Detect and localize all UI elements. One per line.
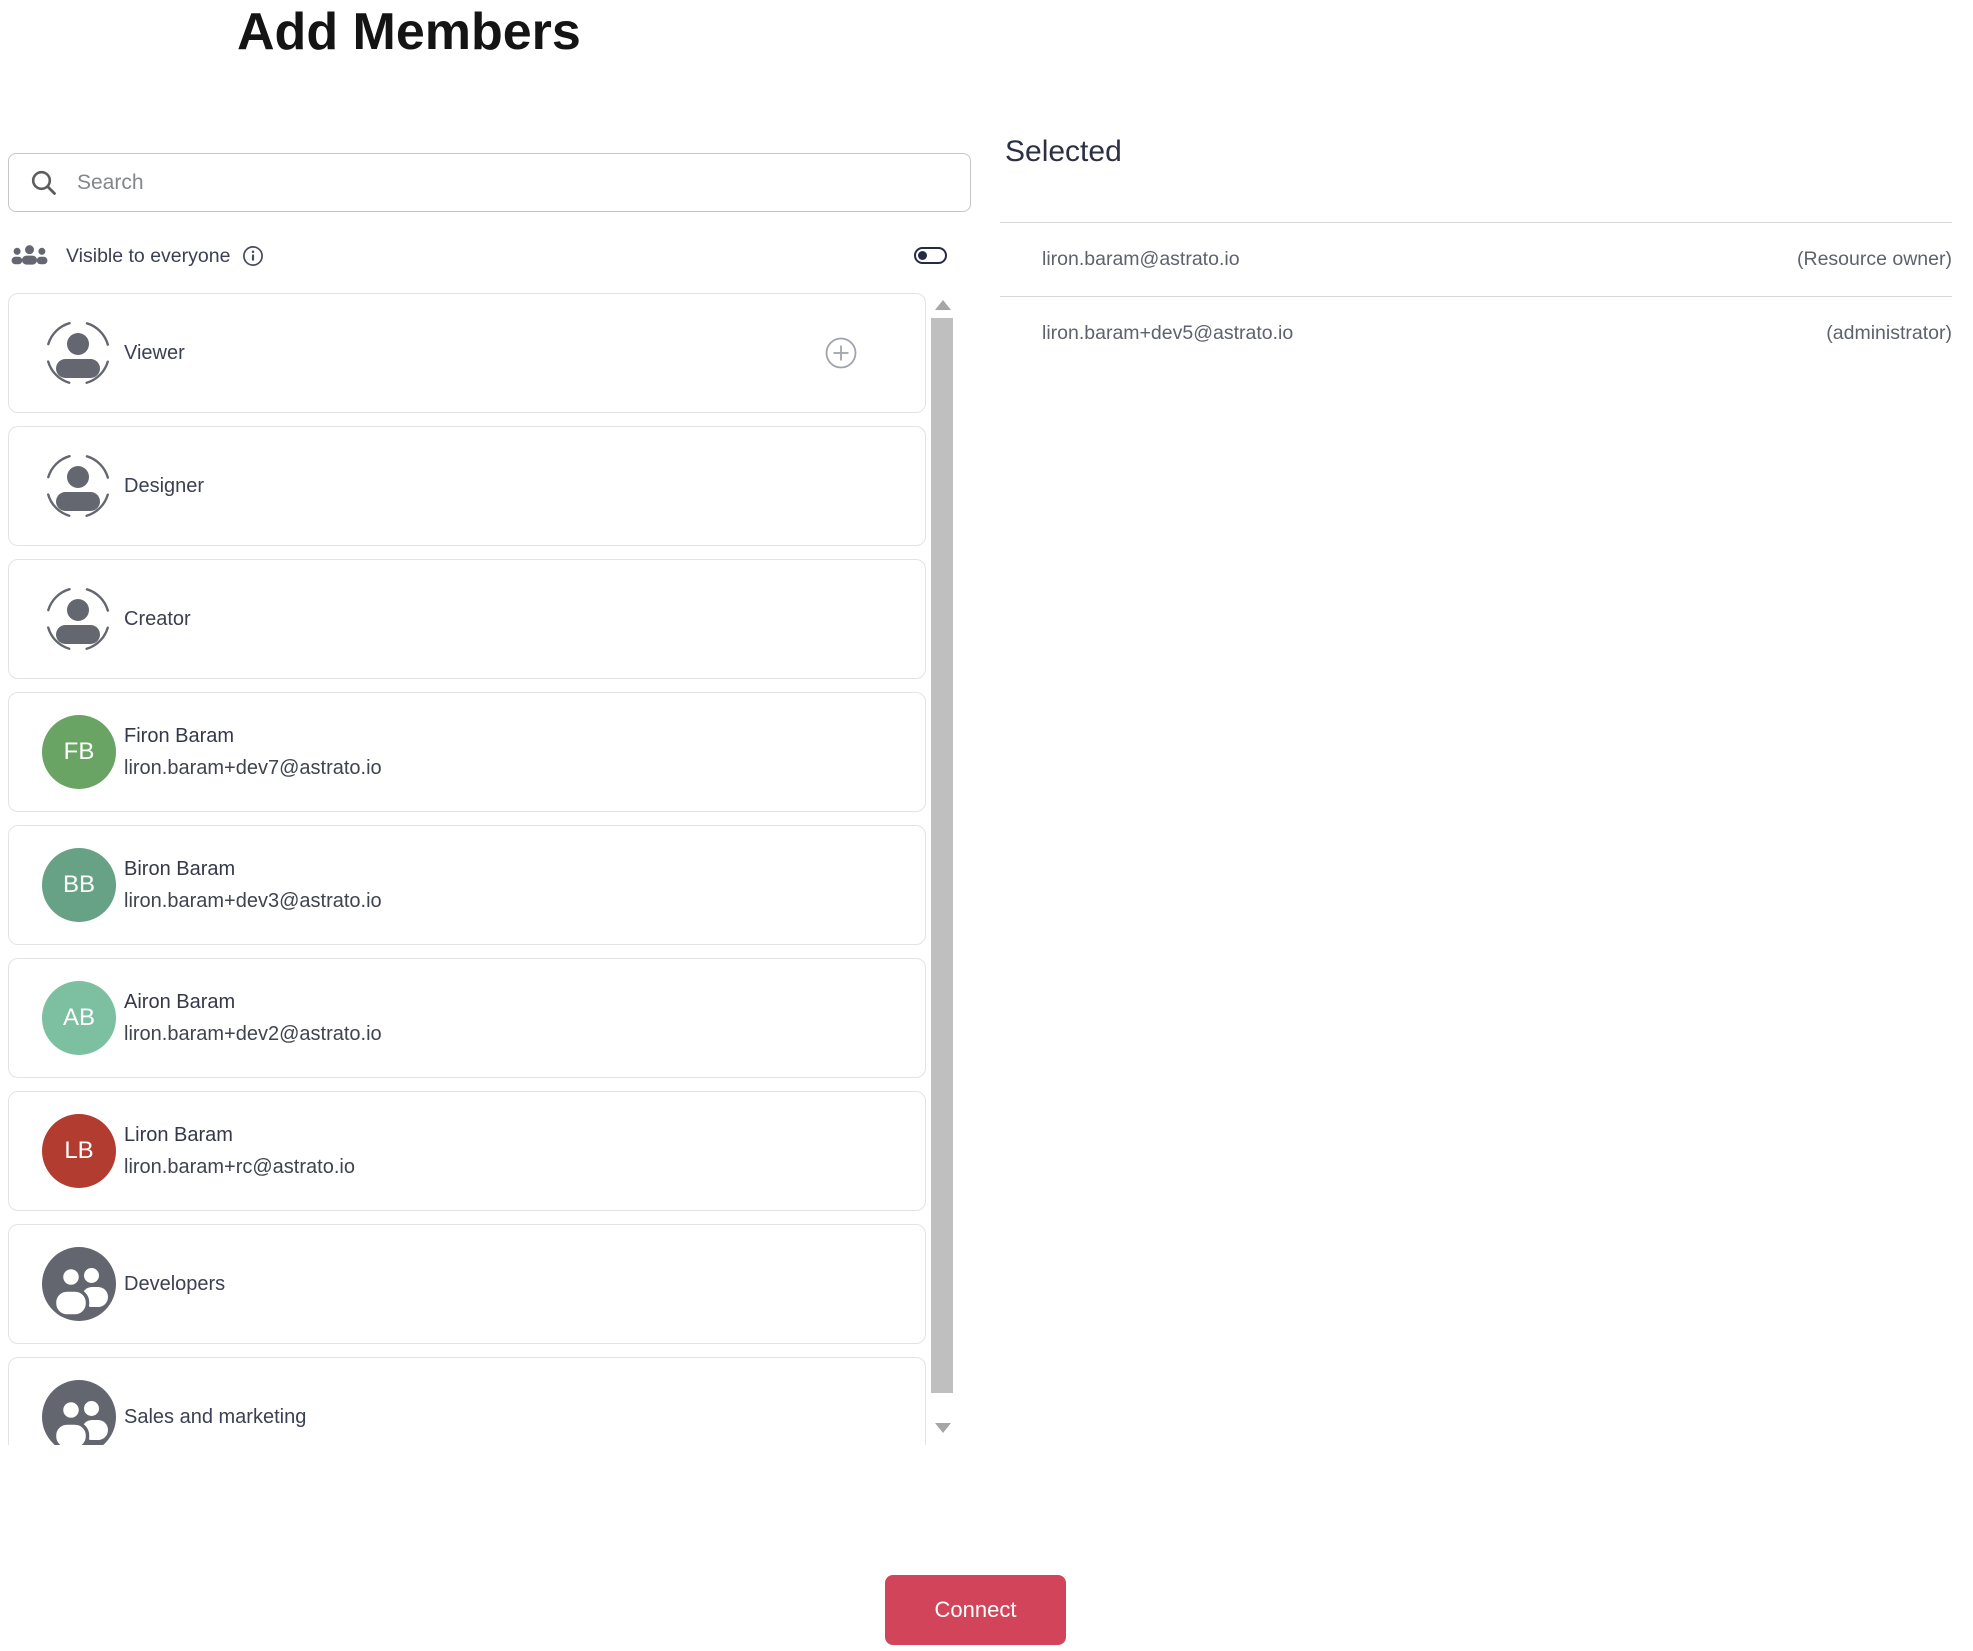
search-input[interactable] bbox=[77, 170, 970, 195]
list-item-role-viewer[interactable]: Viewer bbox=[8, 293, 926, 413]
user-name: Firon Baram bbox=[124, 724, 235, 747]
list-item-user[interactable]: LB Liron Baram liron.baram+rc@astrato.io bbox=[8, 1091, 926, 1211]
visibility-row: Visible to everyone bbox=[10, 238, 960, 274]
person-dashed-circle-icon bbox=[44, 452, 112, 520]
user-email: liron.baram+dev3@astrato.io bbox=[124, 889, 382, 912]
avatar: FB bbox=[42, 715, 116, 789]
scrollbar-down-arrow[interactable] bbox=[935, 1423, 951, 1433]
user-name: Biron Baram bbox=[124, 857, 236, 880]
user-email: liron.baram+rc@astrato.io bbox=[124, 1155, 355, 1178]
selected-email: liron.baram+dev5@astrato.io bbox=[1042, 322, 1294, 344]
group-label: Developers bbox=[124, 1272, 226, 1295]
list-item-group-developers[interactable]: Developers bbox=[8, 1224, 926, 1344]
list-item-user[interactable]: FB Firon Baram liron.baram+dev7@astrato.… bbox=[8, 692, 926, 812]
search-box bbox=[8, 153, 971, 212]
selected-row: liron.baram+dev5@astrato.io (administrat… bbox=[1000, 296, 1952, 370]
toggle-knob bbox=[918, 251, 927, 260]
user-email: liron.baram+dev2@astrato.io bbox=[124, 1022, 382, 1045]
search-icon bbox=[29, 168, 59, 198]
avatar: BB bbox=[42, 848, 116, 922]
selected-role: (Resource owner) bbox=[1797, 248, 1952, 270]
visibility-toggle[interactable] bbox=[914, 247, 947, 264]
page-title: Add Members bbox=[237, 3, 581, 61]
role-label: Creator bbox=[124, 607, 191, 630]
list-item-role-creator[interactable]: Creator bbox=[8, 559, 926, 679]
group-label: Sales and marketing bbox=[124, 1405, 307, 1428]
scrollbar-up-arrow[interactable] bbox=[935, 300, 951, 310]
info-icon[interactable] bbox=[242, 245, 264, 267]
selected-email: liron.baram@astrato.io bbox=[1042, 248, 1240, 270]
selected-role: (administrator) bbox=[1826, 322, 1952, 344]
add-plus-icon[interactable] bbox=[825, 337, 857, 369]
role-label: Designer bbox=[124, 474, 205, 497]
person-dashed-circle-icon bbox=[44, 585, 112, 653]
group-avatar-icon bbox=[42, 1247, 116, 1321]
list-item-role-designer[interactable]: Designer bbox=[8, 426, 926, 546]
list-item-user[interactable]: BB Biron Baram liron.baram+dev3@astrato.… bbox=[8, 825, 926, 945]
user-name: Airon Baram bbox=[124, 990, 236, 1013]
avatar: LB bbox=[42, 1114, 116, 1188]
groups-icon bbox=[10, 243, 49, 269]
visibility-label: Visible to everyone bbox=[66, 244, 231, 267]
user-name: Liron Baram bbox=[124, 1123, 233, 1146]
list-item-user[interactable]: AB Airon Baram liron.baram+dev2@astrato.… bbox=[8, 958, 926, 1078]
selected-heading: Selected bbox=[1005, 135, 1122, 168]
list-item-group-sales[interactable]: Sales and marketing bbox=[8, 1357, 926, 1445]
person-dashed-circle-icon bbox=[44, 319, 112, 387]
scrollbar-thumb[interactable] bbox=[931, 318, 953, 1393]
selected-list: liron.baram@astrato.io (Resource owner) … bbox=[1000, 222, 1952, 370]
role-label: Viewer bbox=[124, 341, 185, 364]
user-email: liron.baram+dev7@astrato.io bbox=[124, 756, 382, 779]
group-avatar-icon bbox=[42, 1380, 116, 1445]
connect-button[interactable]: Connect bbox=[885, 1575, 1066, 1645]
selected-row: liron.baram@astrato.io (Resource owner) bbox=[1000, 222, 1952, 296]
avatar: AB bbox=[42, 981, 116, 1055]
member-list: Viewer Designer Creator FB Firon Baram l… bbox=[8, 288, 964, 1445]
